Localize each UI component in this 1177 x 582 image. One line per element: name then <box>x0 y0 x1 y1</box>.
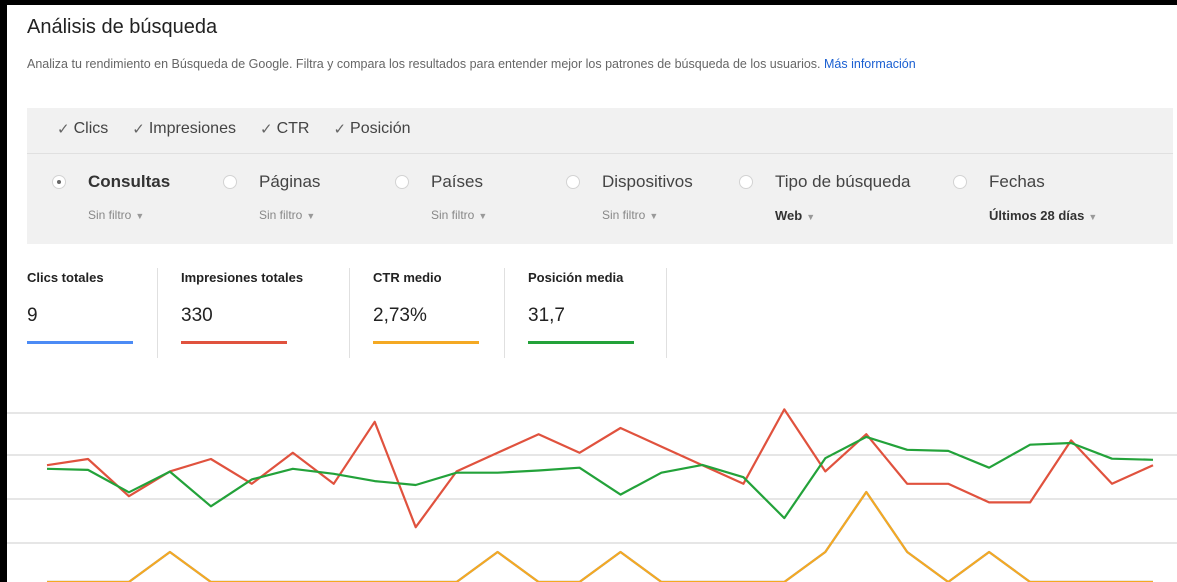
filter-value: Web <box>775 208 803 223</box>
stat-clics-totales[interactable]: Clics totales 9 <box>27 270 133 370</box>
dimension-filter-dropdown[interactable]: Sin filtro ▼ <box>259 208 320 222</box>
stat-label: CTR medio <box>373 270 442 285</box>
check-icon: ✓ <box>57 121 70 138</box>
stat-color-bar <box>528 341 634 344</box>
dimension-consultas[interactable]: Consultas Sin filtro ▼ <box>52 172 170 222</box>
stat-separator <box>504 268 505 358</box>
frame-top-border <box>0 0 1177 5</box>
stat-label: Clics totales <box>27 270 104 285</box>
radio-icon[interactable] <box>395 175 409 189</box>
stat-separator <box>666 268 667 358</box>
caret-down-icon: ▼ <box>649 211 659 221</box>
filter-value: Sin filtro <box>602 208 646 222</box>
dimension-label: Tipo de búsqueda <box>775 172 911 191</box>
dimension-tipo-busqueda[interactable]: Tipo de búsqueda Web ▼ <box>739 172 910 223</box>
filter-value: Sin filtro <box>431 208 475 222</box>
stat-value: 2,73% <box>373 305 427 326</box>
radio-icon[interactable] <box>566 175 580 189</box>
series-line-impresiones[interactable] <box>46 408 1154 529</box>
metric-posicion-checkbox[interactable]: ✓ Posición <box>333 120 410 138</box>
dimension-filter-dropdown[interactable]: Sin filtro ▼ <box>88 208 170 222</box>
radio-icon[interactable] <box>223 175 237 189</box>
series-line-posición[interactable] <box>46 435 1154 520</box>
dimension-label: Dispositivos <box>602 172 693 191</box>
radio-icon[interactable] <box>739 175 753 189</box>
radio-icon[interactable] <box>953 175 967 189</box>
dimension-label: Páginas <box>259 172 321 191</box>
check-icon: ✓ <box>132 121 145 138</box>
page-title: Análisis de búsqueda <box>27 16 218 38</box>
filter-value: Últimos 28 días <box>989 208 1085 223</box>
dimension-label: Fechas <box>989 172 1045 191</box>
dimension-label: Países <box>431 172 483 191</box>
metric-checkboxes: ✓ Clics ✓ Impresiones ✓ CTR ✓ Posición <box>57 120 411 138</box>
caret-down-icon: ▼ <box>1088 212 1098 222</box>
stat-label: Impresiones totales <box>181 270 304 285</box>
radio-selected-icon[interactable] <box>52 175 66 189</box>
dimension-filter-dropdown[interactable]: Sin filtro ▼ <box>602 208 693 222</box>
panel-divider <box>27 153 1173 154</box>
stat-ctr-medio[interactable]: CTR medio 2,73% <box>373 270 479 370</box>
check-icon: ✓ <box>333 121 347 138</box>
performance-line-chart[interactable] <box>0 395 1177 582</box>
metric-label: Posición <box>350 120 411 137</box>
dimension-label: Consultas <box>88 172 171 191</box>
filter-value: Sin filtro <box>88 208 132 222</box>
stat-color-bar <box>181 341 287 344</box>
stat-posicion-media[interactable]: Posición media 31,7 <box>528 270 634 370</box>
stat-separator <box>157 268 158 358</box>
page-description: Analiza tu rendimiento en Búsqueda de Go… <box>27 57 916 71</box>
caret-down-icon: ▼ <box>135 211 145 221</box>
description-text: Analiza tu rendimiento en Búsqueda de Go… <box>27 57 821 71</box>
dimension-filter-dropdown[interactable]: Sin filtro ▼ <box>431 208 487 222</box>
dimension-filter-dropdown[interactable]: Últimos 28 días ▼ <box>989 208 1097 223</box>
stat-separator <box>349 268 350 358</box>
check-icon: ✓ <box>259 121 273 138</box>
metric-impresiones-checkbox[interactable]: ✓ Impresiones <box>132 120 236 138</box>
dimension-filter-dropdown[interactable]: Web ▼ <box>775 208 910 223</box>
stat-value: 330 <box>181 305 213 326</box>
stat-color-bar <box>373 341 479 344</box>
metric-label: Impresiones <box>148 120 236 137</box>
dimension-dispositivos[interactable]: Dispositivos Sin filtro ▼ <box>566 172 693 222</box>
dimension-paises[interactable]: Países Sin filtro ▼ <box>395 172 487 222</box>
caret-down-icon: ▼ <box>306 211 316 221</box>
stat-color-bar <box>27 341 133 344</box>
dimension-paginas[interactable]: Páginas Sin filtro ▼ <box>223 172 320 222</box>
caret-down-icon: ▼ <box>478 211 488 221</box>
metric-label: CTR <box>276 120 310 137</box>
filter-value: Sin filtro <box>259 208 303 222</box>
dimension-fechas[interactable]: Fechas Últimos 28 días ▼ <box>953 172 1097 223</box>
stat-value: 9 <box>27 305 38 326</box>
metric-clics-checkbox[interactable]: ✓ Clics <box>57 120 108 138</box>
caret-down-icon: ▼ <box>806 212 816 222</box>
more-info-link[interactable]: Más información <box>824 57 916 71</box>
metric-ctr-checkbox[interactable]: ✓ CTR <box>260 120 309 138</box>
stat-value: 31,7 <box>528 305 565 326</box>
stat-label: Posición media <box>528 270 624 285</box>
metric-label: Clics <box>73 120 109 137</box>
stat-impresiones-totales[interactable]: Impresiones totales 330 <box>181 270 303 370</box>
